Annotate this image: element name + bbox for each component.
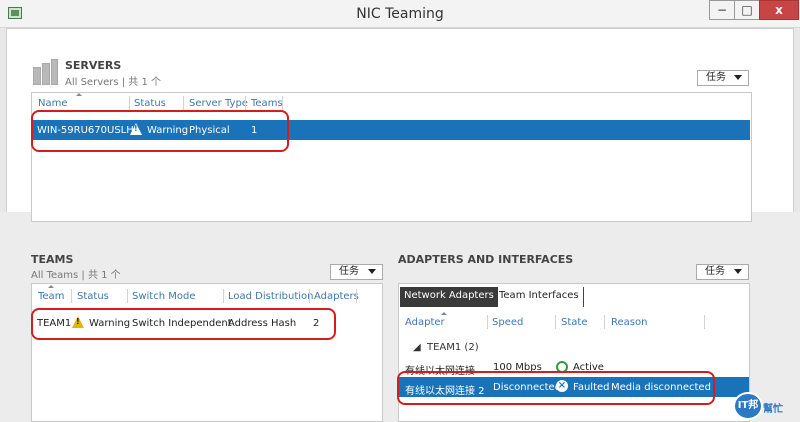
column-separator <box>127 289 128 303</box>
adapter-group-header: TEAM1 (2) <box>427 342 479 353</box>
chevron-down-icon <box>734 269 742 274</box>
adapter-speed-cell: Disconnected <box>493 382 562 393</box>
sort-ascending-icon <box>441 312 447 315</box>
column-separator <box>309 289 310 303</box>
servers-grid <box>31 92 752 222</box>
tab-network-adapters[interactable]: Network Adapters <box>400 287 498 307</box>
collapse-triangle-icon[interactable]: ◢ <box>413 342 421 353</box>
server-teams-cell: 1 <box>251 125 258 136</box>
watermark-logo: IT邦 幫忙 <box>733 392 795 420</box>
tab-team-interfaces[interactable]: Team Interfaces <box>495 287 584 307</box>
team-name-cell: TEAM1 <box>37 318 72 329</box>
adapter-state-cell: Active <box>573 362 604 373</box>
column-separator <box>223 289 224 303</box>
teams-tasks-dropdown[interactable]: 任务 <box>330 264 383 280</box>
adapters-title: ADAPTERS AND INTERFACES <box>398 253 574 266</box>
server-type-cell: Physical <box>189 125 230 136</box>
adapters-tasks-label: 任务 <box>705 266 725 277</box>
column-separator <box>129 96 130 110</box>
column-separator <box>704 315 705 329</box>
teams-col-load-distribution[interactable]: Load Distribution <box>228 291 314 302</box>
teams-tasks-label: 任务 <box>339 266 359 277</box>
teams-col-adapters[interactable]: Adapters <box>314 291 359 302</box>
server-name-cell: WIN-59RU670USLH <box>37 125 134 136</box>
chevron-down-icon <box>734 75 742 80</box>
adapter-state-cell: Faulted <box>573 382 610 393</box>
chevron-down-icon <box>368 269 376 274</box>
team-switch-mode-cell: Switch Independent <box>132 318 232 329</box>
servers-tasks-dropdown[interactable]: 任务 <box>697 70 749 86</box>
teams-title: TEAMS <box>31 253 74 266</box>
fault-x-icon: × <box>556 380 568 392</box>
servers-col-teams[interactable]: Teams <box>251 98 283 109</box>
teams-col-status[interactable]: Status <box>77 291 109 302</box>
sort-ascending-icon <box>76 93 82 96</box>
column-separator <box>555 315 556 329</box>
column-separator <box>282 96 283 110</box>
teams-col-switch-mode[interactable]: Switch Mode <box>132 291 196 302</box>
teams-subtitle: All Teams | 共 1 个 <box>31 270 121 281</box>
team-load-distribution-cell: Address Hash <box>228 318 297 329</box>
minimize-button[interactable]: − <box>709 0 735 20</box>
teams-col-team[interactable]: Team <box>38 291 64 302</box>
team-status-cell: Warning <box>89 318 131 329</box>
warning-triangle-icon: ! <box>130 123 142 135</box>
column-separator <box>356 289 357 303</box>
adapters-col-adapter[interactable]: Adapter <box>405 317 445 328</box>
column-separator <box>604 315 605 329</box>
column-separator <box>487 315 488 329</box>
watermark-text: 幫忙 <box>763 404 783 415</box>
sort-ascending-icon <box>48 285 54 288</box>
adapters-col-reason[interactable]: Reason <box>611 317 647 328</box>
adapter-name-cell: 有线以太网连接 <box>405 366 475 377</box>
column-separator <box>183 96 184 110</box>
servers-col-status[interactable]: Status <box>134 98 166 109</box>
window-title: NIC Teaming <box>356 6 444 22</box>
teams-grid <box>31 283 383 422</box>
servers-subtitle: All Servers | 共 1 个 <box>65 77 162 88</box>
green-check-icon <box>556 361 568 373</box>
watermark-logo-mark: IT邦 <box>733 392 763 420</box>
adapter-speed-cell: 100 Mbps <box>493 362 542 373</box>
maximize-button[interactable]: □ <box>734 0 760 20</box>
team-adapters-cell: 2 <box>313 318 320 329</box>
servers-col-name[interactable]: Name <box>38 98 68 109</box>
adapters-tasks-dropdown[interactable]: 任务 <box>696 264 749 280</box>
servers-tasks-label: 任务 <box>706 72 726 83</box>
server-status-cell: Warning <box>147 125 189 136</box>
servers-icon <box>33 59 58 85</box>
adapter-reason-cell: Media disconnected <box>611 382 711 393</box>
adapter-name-cell: 有线以太网连接 2 <box>405 386 485 397</box>
title-bar: NIC Teaming − □ x <box>0 0 800 28</box>
warning-triangle-icon: ! <box>72 316 84 328</box>
column-separator <box>245 96 246 110</box>
column-separator <box>71 289 72 303</box>
servers-col-server-type[interactable]: Server Type <box>189 98 248 109</box>
adapters-col-speed[interactable]: Speed <box>492 317 523 328</box>
close-button[interactable]: x <box>759 0 799 20</box>
adapters-col-state[interactable]: State <box>561 317 587 328</box>
servers-title: SERVERS <box>65 59 122 72</box>
